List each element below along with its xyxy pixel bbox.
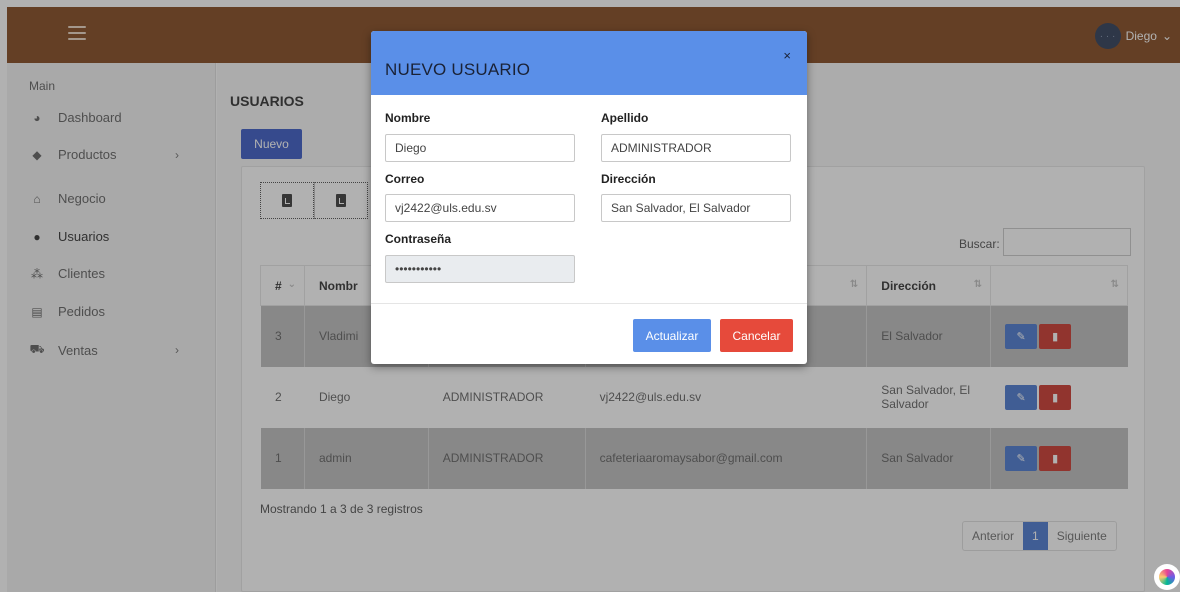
nombre-label: Nombre (385, 111, 431, 125)
update-button[interactable]: Actualizar (633, 319, 711, 352)
nombre-field[interactable] (385, 134, 575, 162)
correo-label: Correo (385, 172, 425, 186)
contrasena-label: Contraseña (385, 232, 452, 246)
modal-title: NUEVO USUARIO (385, 60, 531, 79)
email-field[interactable] (385, 194, 575, 222)
direccion-field[interactable] (601, 194, 791, 222)
browser-extension-icon[interactable] (1154, 564, 1180, 590)
close-icon[interactable]: × (783, 48, 791, 63)
apellido-field[interactable] (601, 134, 791, 162)
modal-divider (371, 303, 807, 304)
cancel-button[interactable]: Cancelar (720, 319, 793, 352)
modal-header: NUEVO USUARIO × (371, 31, 807, 95)
user-modal: NUEVO USUARIO × Nombre Apellido Correo D… (371, 31, 807, 364)
password-field[interactable] (385, 255, 575, 283)
direccion-label: Dirección (601, 172, 656, 186)
apellido-label: Apellido (601, 111, 649, 125)
